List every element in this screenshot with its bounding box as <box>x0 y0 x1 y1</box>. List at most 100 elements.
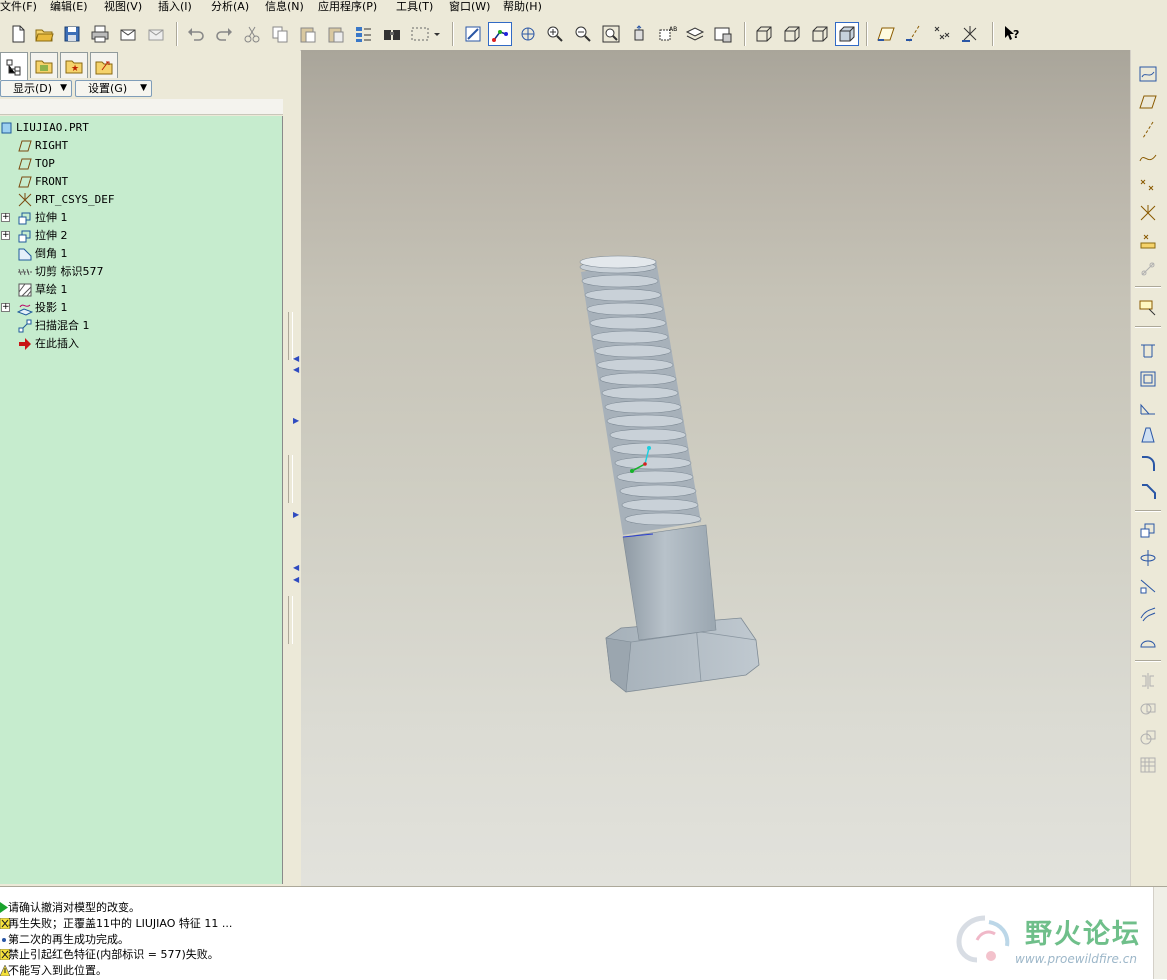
menu-file[interactable]: 文件(F) <box>0 0 37 15</box>
tree-item-extrude-2[interactable]: + 拉伸 2 <box>0 227 283 245</box>
message-scrollbar[interactable] <box>1153 887 1167 979</box>
round-tool-icon[interactable] <box>1135 451 1161 475</box>
favorites-tab-icon[interactable]: ★ <box>60 52 88 78</box>
tree-item-label: TOP <box>35 157 55 170</box>
chevron-down-icon: ▼ <box>60 83 67 93</box>
layers-icon[interactable] <box>683 22 707 46</box>
find-icon[interactable] <box>380 22 404 46</box>
paste-special-icon[interactable] <box>324 22 348 46</box>
menu-analysis[interactable]: 分析(A) <box>211 0 249 15</box>
menu-insert[interactable]: 插入(I) <box>158 0 192 15</box>
email-link-icon <box>144 22 168 46</box>
shell-tool-icon[interactable] <box>1135 367 1161 391</box>
expand-right-icon[interactable]: ▶ <box>293 416 299 425</box>
menu-tools[interactable]: 工具(T) <box>396 0 433 15</box>
datum-points-icon[interactable] <box>930 22 954 46</box>
email-icon[interactable] <box>116 22 140 46</box>
collapse-left-icon[interactable]: ◀ <box>293 365 299 374</box>
copy-icon[interactable] <box>268 22 292 46</box>
no-hidden-icon[interactable] <box>808 22 832 46</box>
csys-icon <box>17 192 33 208</box>
navigator-tabs: ★ <box>0 50 290 80</box>
tree-item-chamfer-1[interactable]: 倒角 1 <box>0 245 283 263</box>
revolve-tool-icon[interactable] <box>1135 546 1161 570</box>
context-help-icon[interactable]: ? <box>1000 22 1024 46</box>
menu-info[interactable]: 信息(N) <box>265 0 304 15</box>
tree-item-cut[interactable]: 切剪 标识577 <box>0 263 283 281</box>
repaint-icon[interactable] <box>461 22 485 46</box>
expand-toggle[interactable]: + <box>1 213 10 222</box>
view-manager-icon[interactable] <box>711 22 735 46</box>
folder-browser-tab-icon[interactable] <box>30 52 58 78</box>
refit-icon[interactable] <box>599 22 623 46</box>
open-folder-icon[interactable] <box>32 22 56 46</box>
connections-tab-icon[interactable] <box>90 52 118 78</box>
hidden-line-icon[interactable] <box>780 22 804 46</box>
tree-item-extrude-1[interactable]: + 拉伸 1 <box>0 209 283 227</box>
tree-item-projection-1[interactable]: + 投影 1 <box>0 299 283 317</box>
coordinate-systems-icon[interactable] <box>958 22 982 46</box>
datum-plane-tool-icon[interactable] <box>1135 90 1161 114</box>
datum-point-tool-icon[interactable] <box>1135 173 1161 197</box>
csys-tool-icon[interactable] <box>1135 201 1161 225</box>
zoom-in-icon[interactable] <box>543 22 567 46</box>
saved-views-icon[interactable]: AB <box>655 22 679 46</box>
hole-tool-icon[interactable] <box>1135 339 1161 363</box>
tree-item-sketch-1[interactable]: 草绘 1 <box>0 281 283 299</box>
menu-window[interactable]: 窗口(W) <box>449 0 490 15</box>
boundary-blend-icon[interactable] <box>1135 602 1161 626</box>
reorient-icon[interactable] <box>627 22 651 46</box>
wireframe-icon[interactable] <box>752 22 776 46</box>
tree-item-front[interactable]: FRONT <box>0 173 283 191</box>
model-tree-tab-icon[interactable] <box>0 52 28 80</box>
collapse-left-icon[interactable]: ◀ <box>293 563 299 572</box>
bolt-model <box>579 255 760 693</box>
zoom-out-icon[interactable] <box>571 22 595 46</box>
analysis-feature-icon[interactable] <box>1135 229 1161 253</box>
extrude-tool-icon[interactable] <box>1135 518 1161 542</box>
menu-edit[interactable]: 编辑(E) <box>50 0 88 15</box>
print-icon[interactable] <box>88 22 112 46</box>
paste-icon[interactable] <box>296 22 320 46</box>
settings-dropdown[interactable]: 设置(G) ▼ <box>75 80 152 97</box>
sketch-tool-icon[interactable] <box>1135 62 1161 86</box>
datum-curve-tool-icon[interactable] <box>1135 145 1161 169</box>
redo-icon[interactable] <box>212 22 236 46</box>
tree-item-part[interactable]: LIUJIAO.PRT <box>0 119 283 137</box>
variable-sweep-icon[interactable] <box>1135 574 1161 598</box>
chamfer-tool-icon[interactable] <box>1135 479 1161 503</box>
expand-toggle[interactable]: + <box>1 231 10 240</box>
tree-item-swept-blend-1[interactable]: 扫描混合 1 <box>0 317 283 335</box>
tree-item-label: FRONT <box>35 175 69 188</box>
style-tool-icon[interactable] <box>1135 629 1161 653</box>
menu-view[interactable]: 视图(V) <box>104 0 142 15</box>
graphics-window[interactable] <box>301 50 1130 886</box>
expand-toggle[interactable]: + <box>1 303 10 312</box>
collapse-left-icon[interactable]: ◀ <box>293 354 299 363</box>
save-icon[interactable] <box>60 22 84 46</box>
display-dropdown[interactable]: 显示(D) ▼ <box>0 80 72 97</box>
datum-axes-icon[interactable] <box>902 22 926 46</box>
placement-tool-icon[interactable] <box>1135 295 1161 319</box>
shading-icon[interactable] <box>835 22 859 46</box>
spin-center-icon[interactable] <box>488 22 512 46</box>
tree-item-right[interactable]: RIGHT <box>0 137 283 155</box>
navigator-splitter[interactable]: ◀ ◀ ▶ ▶ ◀ ◀ <box>284 50 300 886</box>
cut-icon[interactable] <box>240 22 264 46</box>
undo-icon[interactable] <box>184 22 208 46</box>
menu-help[interactable]: 帮助(H) <box>503 0 542 15</box>
menu-applications[interactable]: 应用程序(P) <box>318 0 377 15</box>
tree-item-csys[interactable]: PRT_CSYS_DEF <box>0 191 283 209</box>
expand-right-icon[interactable]: ▶ <box>293 510 299 519</box>
select-box-icon[interactable] <box>408 22 442 46</box>
tree-item-insert-here[interactable]: 在此插入 <box>0 335 283 353</box>
regenerate-icon[interactable] <box>352 22 376 46</box>
datum-axis-tool-icon[interactable] <box>1135 118 1161 142</box>
rib-tool-icon[interactable] <box>1135 395 1161 419</box>
orient-mode-icon[interactable] <box>516 22 540 46</box>
collapse-left-icon[interactable]: ◀ <box>293 575 299 584</box>
new-file-icon[interactable] <box>6 22 30 46</box>
tree-item-top[interactable]: TOP <box>0 155 283 173</box>
draft-tool-icon[interactable] <box>1135 423 1161 447</box>
datum-planes-icon[interactable] <box>874 22 898 46</box>
